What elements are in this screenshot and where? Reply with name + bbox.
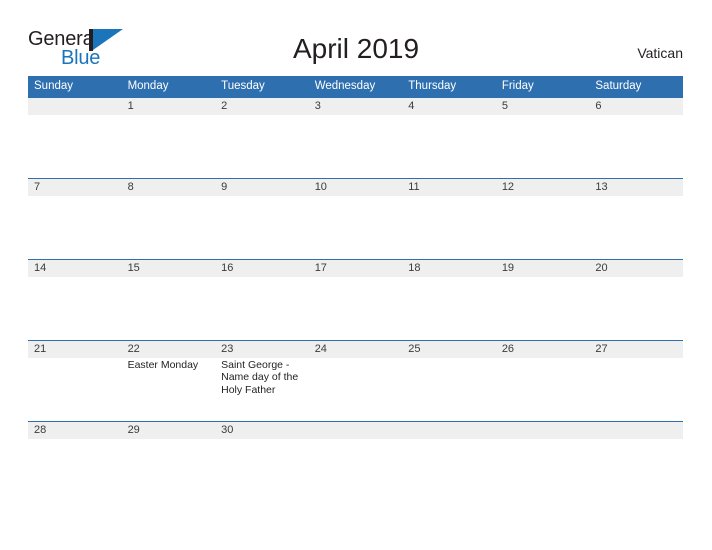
day-number: 15 [127, 262, 140, 274]
dow-tuesday: Tuesday [221, 80, 265, 92]
day-of-week-header: Sunday Monday Tuesday Wednesday Thursday… [28, 76, 683, 97]
day-number: 23 [221, 343, 234, 355]
week-row: 1 2 3 4 5 6 [28, 97, 683, 178]
day-cell[interactable]: 4 [402, 98, 496, 178]
day-cell[interactable]: 13 [589, 179, 683, 259]
day-cell[interactable]: 9 [215, 179, 309, 259]
day-event: Saint George - Name day of the Holy Fath… [221, 359, 299, 396]
day-cell[interactable]: 5 [496, 98, 590, 178]
day-number: 22 [127, 343, 140, 355]
day-cell[interactable]: 11 [402, 179, 496, 259]
day-number: 1 [127, 100, 134, 112]
day-number: 2 [221, 100, 228, 112]
region-label: Vatican [637, 45, 683, 61]
day-number: 13 [595, 181, 608, 193]
day-cell[interactable]: 24 [309, 341, 403, 421]
day-cell[interactable]: 21 [28, 341, 122, 421]
day-cell[interactable]: 18 [402, 260, 496, 340]
day-number: 21 [34, 343, 47, 355]
calendar-grid: Sunday Monday Tuesday Wednesday Thursday… [28, 76, 683, 440]
day-number: 27 [595, 343, 608, 355]
day-cell[interactable]: 12 [496, 179, 590, 259]
day-number: 9 [221, 181, 228, 193]
day-number: 11 [408, 181, 420, 193]
week-row: 7 8 9 10 11 12 13 [28, 178, 683, 259]
day-number: 29 [127, 424, 140, 436]
day-cell[interactable]: 10 [309, 179, 403, 259]
day-cell[interactable]: 16 [215, 260, 309, 340]
day-cell[interactable]: 23 Saint George - Name day of the Holy F… [215, 341, 309, 421]
day-cell[interactable]: 1 [122, 98, 216, 178]
day-cell[interactable]: 15 [122, 260, 216, 340]
day-cell[interactable]: 7 [28, 179, 122, 259]
day-number: 26 [501, 343, 515, 355]
dow-saturday: Saturday [595, 80, 642, 92]
day-number: 30 [221, 424, 234, 436]
page-header: General Blue April 2019 Vatican [0, 0, 712, 76]
day-cell[interactable] [589, 422, 683, 440]
day-cell[interactable]: 17 [309, 260, 403, 340]
day-cell[interactable]: 8 [122, 179, 216, 259]
day-cell[interactable]: 30 [215, 422, 309, 440]
day-number: 3 [314, 100, 321, 112]
dow-sunday: Sunday [34, 80, 74, 92]
day-cell[interactable]: 6 [589, 98, 683, 178]
day-cell[interactable]: 22 Easter Monday [122, 341, 216, 421]
day-cell[interactable]: 20 [589, 260, 683, 340]
day-number: 18 [408, 262, 421, 274]
day-cell[interactable]: 19 [496, 260, 590, 340]
week-row: 14 15 16 17 18 19 20 [28, 259, 683, 340]
day-number: 14 [34, 262, 47, 274]
day-number: 4 [408, 100, 415, 112]
day-event: Easter Monday [127, 359, 199, 371]
day-number: 17 [314, 262, 327, 274]
day-number: 6 [595, 100, 602, 112]
day-cell[interactable]: 26 [496, 341, 590, 421]
day-number: 16 [221, 262, 234, 274]
week-row: 28 29 30 [28, 421, 683, 440]
day-number: 19 [501, 262, 515, 274]
day-cell[interactable] [496, 422, 590, 440]
day-number: 12 [501, 181, 515, 193]
day-number: 5 [501, 100, 508, 112]
day-number: 10 [314, 181, 327, 193]
day-cell[interactable]: 3 [309, 98, 403, 178]
week-row: 21 22 Easter Monday 23 Saint George - Na… [28, 340, 683, 421]
day-cell[interactable]: 29 [122, 422, 216, 440]
day-cell[interactable]: 28 [28, 422, 122, 440]
day-number: 28 [34, 424, 47, 436]
dow-thursday: Thursday [408, 80, 457, 92]
day-cell[interactable]: 2 [215, 98, 309, 178]
day-number: 24 [314, 343, 327, 355]
day-cell[interactable]: 27 [589, 341, 683, 421]
dow-wednesday: Wednesday [314, 80, 376, 92]
day-cell[interactable] [28, 98, 122, 178]
page-title: April 2019 [292, 33, 420, 64]
day-cell[interactable] [309, 422, 403, 440]
dow-friday: Friday [501, 80, 534, 92]
day-cell[interactable] [402, 422, 496, 440]
day-number: 20 [595, 262, 608, 274]
dow-monday: Monday [127, 80, 169, 92]
day-number: 7 [34, 181, 41, 193]
day-number: 8 [127, 181, 134, 193]
day-cell[interactable]: 14 [28, 260, 122, 340]
day-number: 25 [408, 343, 421, 355]
day-cell[interactable]: 25 [402, 341, 496, 421]
